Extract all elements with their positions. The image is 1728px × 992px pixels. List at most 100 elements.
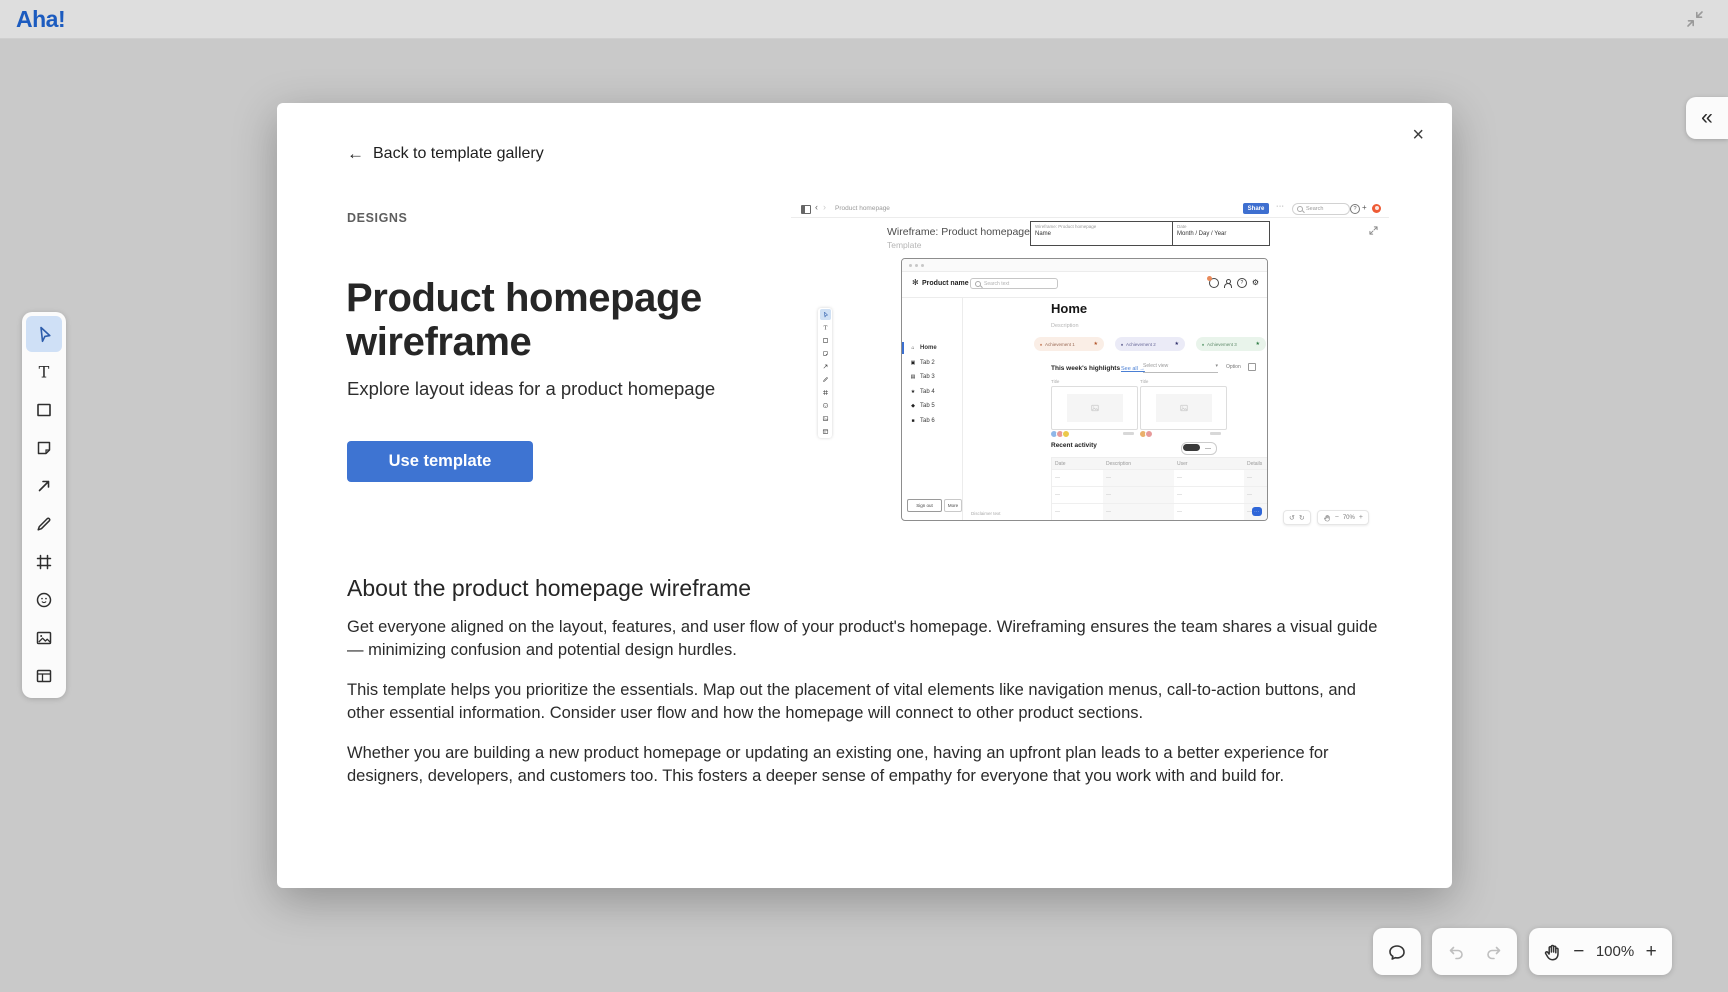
window-titlebar bbox=[902, 259, 1267, 272]
sticker-tool-button[interactable] bbox=[26, 582, 62, 618]
select-tool-button[interactable] bbox=[26, 316, 62, 352]
mini-frame-icon bbox=[820, 387, 831, 398]
preview-search-input: Search bbox=[1292, 203, 1350, 215]
table-tool-button[interactable] bbox=[26, 658, 62, 694]
mini-sticky-icon bbox=[820, 348, 831, 359]
cursor-icon bbox=[34, 324, 54, 344]
chevron-right-icon: › bbox=[823, 202, 826, 212]
preview-breadcrumb: Product homepage bbox=[835, 205, 890, 212]
pencil-icon bbox=[34, 514, 54, 534]
nav-item-tab6: ■Tab 6 bbox=[902, 415, 962, 427]
redo-icon[interactable] bbox=[1484, 942, 1504, 962]
sidebar-collapse-button[interactable]: « bbox=[1686, 97, 1728, 139]
wireframe-app-header: ✻ Product name Search text ? ⚙ bbox=[902, 272, 1267, 298]
aha-logo[interactable]: Aha! bbox=[16, 6, 65, 33]
search-icon bbox=[975, 281, 981, 287]
table-row: — — — — bbox=[1052, 469, 1268, 486]
hand-tool-icon[interactable] bbox=[1542, 942, 1562, 962]
template-title: Product homepage wireframe bbox=[346, 276, 786, 364]
mini-table-icon bbox=[820, 426, 831, 437]
mini-arrow-icon bbox=[820, 361, 831, 372]
comment-bubble-icon bbox=[1387, 942, 1407, 962]
table-cell: — bbox=[1106, 509, 1111, 515]
avatar-dot-cluster bbox=[1141, 430, 1153, 438]
window-dot bbox=[909, 264, 912, 267]
undo-icon[interactable] bbox=[1446, 942, 1466, 962]
card-title-label: Title bbox=[1140, 379, 1148, 384]
collapse-window-button[interactable] bbox=[1684, 8, 1706, 30]
achievement-pill-1: ♦ Achievement 1 ★ bbox=[1034, 337, 1104, 351]
text-tool-button[interactable] bbox=[26, 354, 62, 390]
hand-icon bbox=[1323, 514, 1331, 522]
avatar-dot-cluster bbox=[1052, 430, 1070, 438]
zoom-out-button[interactable]: − bbox=[1571, 941, 1587, 963]
arrow-tool-button[interactable] bbox=[26, 468, 62, 504]
option-checkbox bbox=[1248, 363, 1256, 371]
table-cell: — bbox=[1177, 475, 1182, 481]
highlight-card bbox=[1140, 386, 1227, 430]
about-paragraph: This template helps you prioritize the e… bbox=[347, 679, 1389, 726]
preview-zoom-pill: − 70% + bbox=[1317, 510, 1369, 525]
wireframe-body: ⌂Home ▣Tab 2 ▤Tab 3 ★Tab 4 ◆Tab 5 ■Tab 6… bbox=[902, 297, 1267, 520]
sticky-note-icon bbox=[34, 438, 54, 458]
back-to-gallery-link[interactable]: ← Back to template gallery bbox=[347, 144, 544, 164]
chevron-left-icon: ‹ bbox=[815, 202, 818, 212]
medal-badge-icon: ★ bbox=[1175, 341, 1179, 347]
drawing-toolbar bbox=[22, 312, 66, 698]
nav-item-tab4: ★Tab 4 bbox=[902, 386, 962, 398]
sticky-note-tool-button[interactable] bbox=[26, 430, 62, 466]
wireframe-browser-window: ✻ Product name Search text ? ⚙ ⌂Home ▣Ta… bbox=[901, 258, 1268, 521]
recent-activity-toggle bbox=[1181, 442, 1217, 455]
expand-icon bbox=[1368, 225, 1379, 236]
about-section: About the product homepage wireframe Get… bbox=[347, 575, 1389, 805]
see-all-link: See all → bbox=[1121, 366, 1145, 372]
table-icon bbox=[34, 666, 54, 686]
option-label: Option bbox=[1226, 364, 1241, 370]
plus-icon: + bbox=[1359, 514, 1363, 521]
gear-icon: ⚙ bbox=[1252, 279, 1259, 287]
card-microtext bbox=[1123, 432, 1134, 435]
back-link-label: Back to template gallery bbox=[373, 145, 544, 163]
window-dot bbox=[915, 264, 918, 267]
panel-icon bbox=[801, 205, 811, 214]
table-header-row: Date Description User Details bbox=[1052, 458, 1268, 469]
text-icon bbox=[34, 362, 54, 382]
close-modal-button[interactable]: × bbox=[1412, 125, 1424, 145]
zoom-in-button[interactable]: + bbox=[1643, 941, 1659, 963]
help-icon: ? bbox=[1350, 204, 1360, 214]
select-view-dropdown: Select view▾ bbox=[1143, 363, 1218, 373]
frame-tool-button[interactable] bbox=[26, 544, 62, 580]
template-subtitle: Explore layout ideas for a product homep… bbox=[347, 378, 715, 400]
mini-text-icon bbox=[820, 322, 831, 333]
star-icon: ★ bbox=[1256, 341, 1260, 347]
shape-tool-button[interactable] bbox=[26, 392, 62, 428]
user-icon bbox=[1224, 279, 1232, 287]
achievement-pill-3: ♦ Achievement 3 ★ bbox=[1196, 337, 1266, 351]
redo-icon: ↻ bbox=[1299, 514, 1305, 522]
trophy-icon: ★ bbox=[1094, 341, 1098, 347]
zoom-level[interactable]: 100% bbox=[1596, 943, 1634, 960]
card-title-label: Title bbox=[1051, 379, 1059, 384]
table-row: — — — — bbox=[1052, 486, 1268, 503]
table-row: — — — — bbox=[1052, 503, 1268, 520]
preview-zoom-bar: ↺ ↻ − 70% + bbox=[1283, 510, 1369, 525]
meta-date-cell: Date Month / Day / Year bbox=[1172, 222, 1269, 245]
window-dot bbox=[921, 264, 924, 267]
table-cell: — bbox=[1247, 492, 1252, 498]
table-cell: — bbox=[1055, 475, 1060, 481]
image-tool-button[interactable] bbox=[26, 620, 62, 656]
preview-history-pill: ↺ ↻ bbox=[1283, 510, 1311, 525]
table-header-cell: Description bbox=[1103, 458, 1174, 469]
about-paragraph: Get everyone aligned on the layout, feat… bbox=[347, 616, 1389, 663]
nav-item-home: ⌂Home bbox=[902, 342, 962, 354]
arrow-icon bbox=[34, 476, 54, 496]
nav-item-tab3: ▤Tab 3 bbox=[902, 371, 962, 383]
comment-button[interactable] bbox=[1373, 928, 1421, 975]
image-placeholder bbox=[1156, 394, 1212, 422]
collapse-icon bbox=[1685, 9, 1705, 29]
mini-rectangle-icon bbox=[820, 335, 831, 346]
use-template-button[interactable]: Use template bbox=[347, 441, 533, 482]
product-logo-icon: ✻ bbox=[912, 278, 919, 287]
pen-tool-button[interactable] bbox=[26, 506, 62, 542]
search-icon bbox=[1297, 206, 1303, 212]
